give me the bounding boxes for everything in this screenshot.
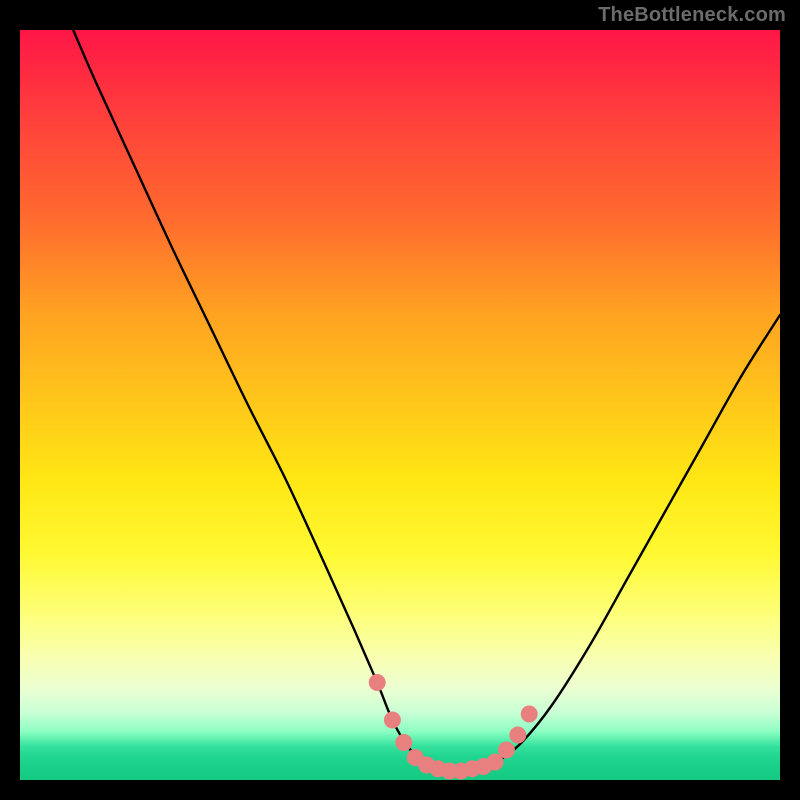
trough-marker [509, 727, 526, 744]
curve-layer [20, 30, 780, 780]
trough-markers [369, 674, 538, 780]
trough-marker [498, 742, 515, 759]
watermark-text: TheBottleneck.com [598, 4, 786, 27]
trough-marker [369, 674, 386, 691]
trough-marker [521, 706, 538, 723]
trough-marker [384, 712, 401, 729]
trough-marker [395, 734, 412, 751]
bottleneck-curve [73, 30, 780, 771]
plot-area [20, 30, 780, 780]
chart-frame: TheBottleneck.com [0, 0, 800, 800]
